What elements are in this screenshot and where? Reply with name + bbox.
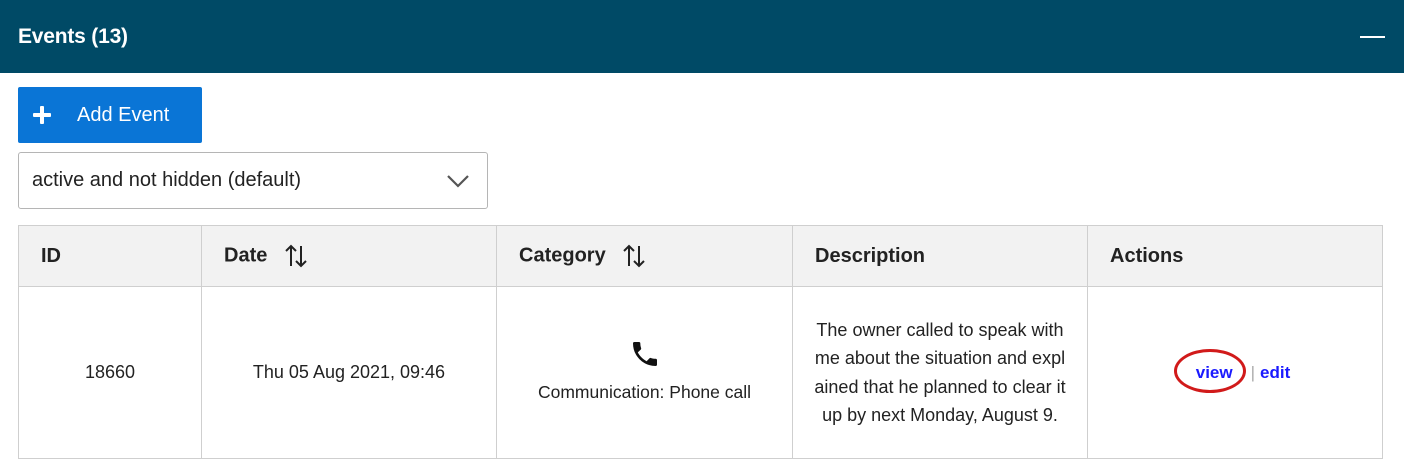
chevron-down-icon — [447, 174, 469, 188]
sort-icon[interactable] — [621, 244, 647, 268]
category-label: Communication: Phone call — [537, 382, 752, 402]
add-event-label: Add Event — [77, 103, 170, 126]
cell-category: Communication: Phone call — [496, 286, 793, 459]
edit-link[interactable]: edit — [1260, 363, 1290, 383]
column-header-category[interactable]: Category — [496, 225, 793, 287]
minus-icon — [1359, 35, 1385, 38]
cell-description: The owner called to speak with me about … — [792, 286, 1088, 459]
row-actions: view | edit — [1173, 349, 1290, 393]
column-header-description: Description — [792, 225, 1088, 287]
view-link[interactable]: view — [1173, 349, 1249, 393]
table-header-row: ID Date Category Description Actions — [18, 225, 1383, 287]
event-filter-select[interactable]: active and not hidden (default) — [18, 152, 488, 209]
plus-icon — [32, 105, 52, 125]
description-text: The owner called to speak with me about … — [814, 319, 1066, 426]
panel-title: Events (13) — [18, 24, 128, 48]
add-event-button[interactable]: Add Event — [18, 87, 202, 143]
cell-id: 18660 — [18, 286, 202, 459]
cell-actions: view | edit — [1087, 286, 1383, 459]
highlight-circle — [1173, 349, 1246, 393]
column-header-date[interactable]: Date — [201, 225, 497, 287]
events-panel-header: Events (13) — [0, 0, 1404, 73]
action-separator: | — [1250, 363, 1256, 382]
column-header-actions: Actions — [1087, 225, 1383, 287]
table-row: 18660 Thu 05 Aug 2021, 09:46 Communicati… — [18, 286, 1383, 459]
phone-icon — [632, 342, 657, 366]
sort-icon[interactable] — [283, 244, 309, 268]
cell-date: Thu 05 Aug 2021, 09:46 — [201, 286, 497, 459]
collapse-button[interactable] — [1358, 23, 1386, 51]
column-header-id: ID — [18, 225, 202, 287]
events-table: ID Date Category Description Actions 186… — [18, 225, 1383, 459]
filter-selected-value: active and not hidden (default) — [32, 169, 302, 191]
